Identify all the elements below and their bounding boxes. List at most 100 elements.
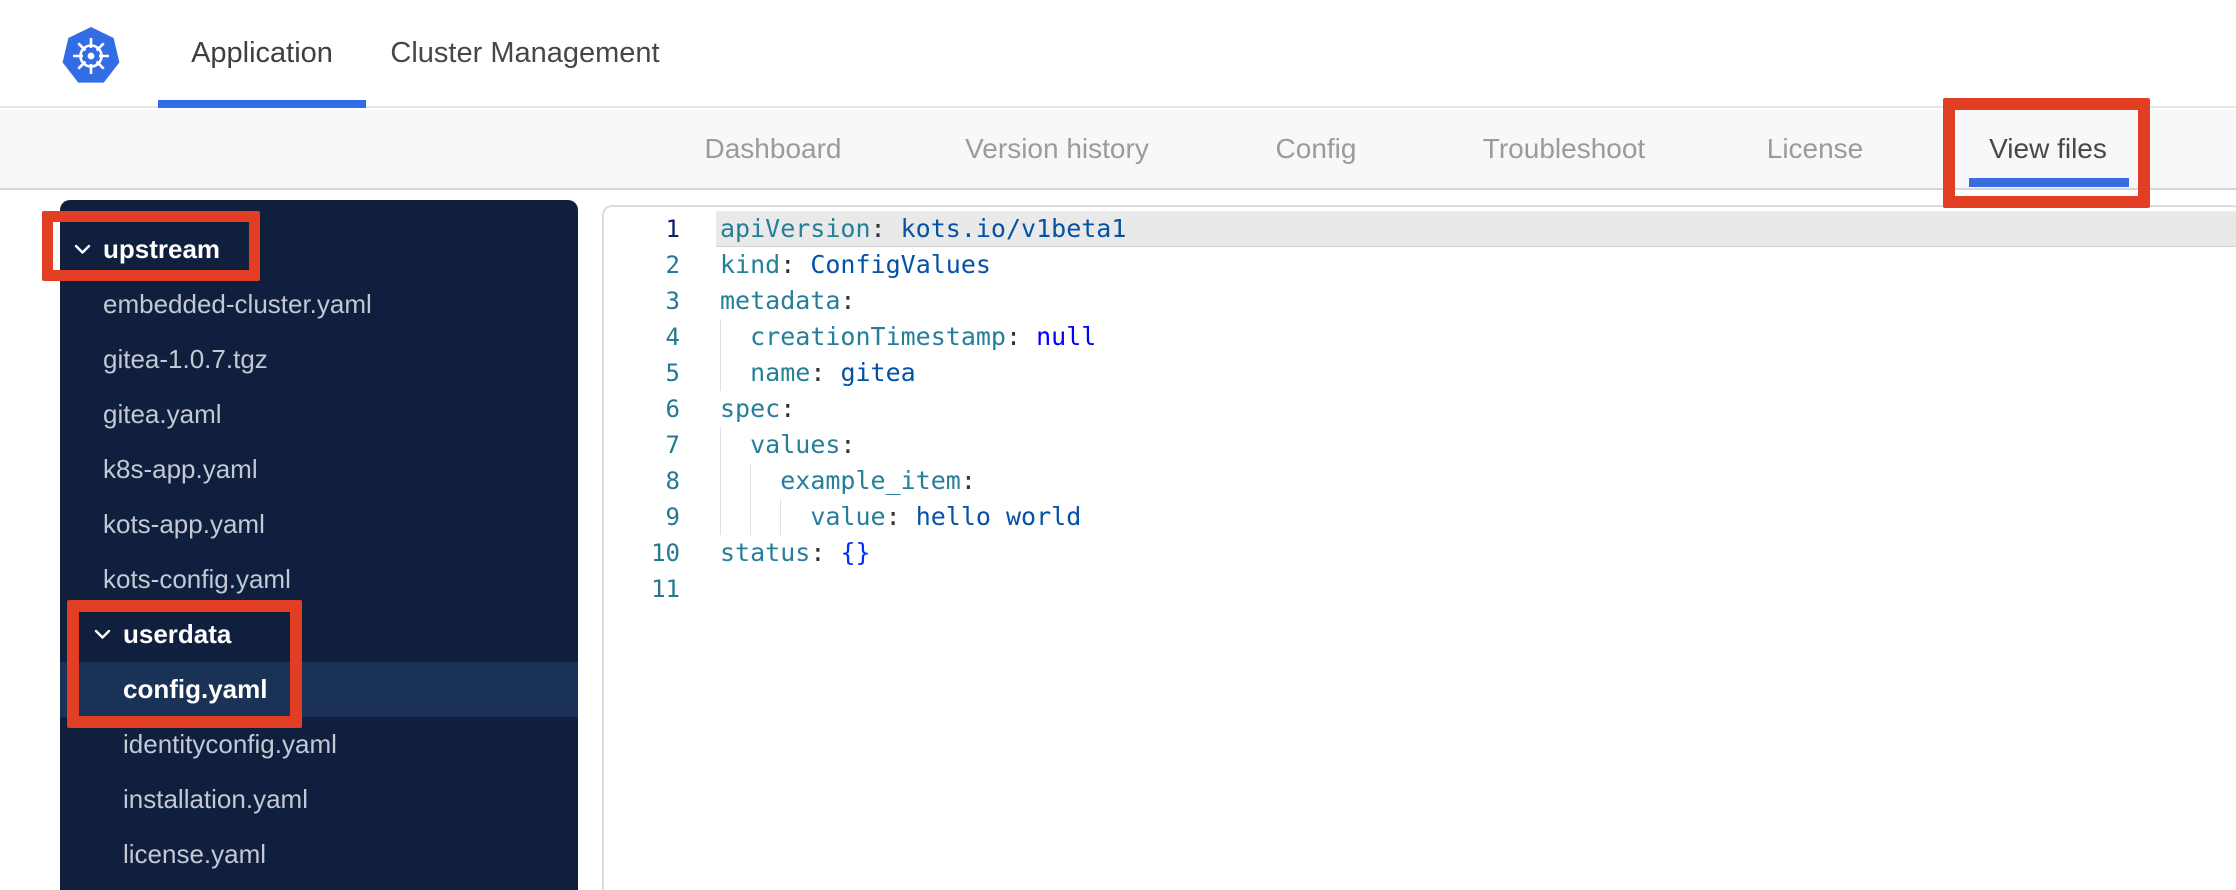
code-line: 2 kind: ConfigValues [604, 247, 2236, 283]
subnav-item-config[interactable]: Config [1276, 110, 1357, 188]
file-label: k8s-app.yaml [103, 454, 258, 484]
code-token-val: ConfigValues [795, 250, 991, 279]
line-number: 8 [665, 467, 680, 495]
line-number: 6 [665, 395, 680, 423]
code-token-punc: : [840, 286, 856, 315]
code-token-ws [720, 358, 750, 387]
code-token-key: name [750, 358, 811, 387]
code-token-ws [720, 502, 810, 531]
indent-guide [720, 499, 721, 535]
chevron-down-icon [74, 244, 91, 255]
code-token-key: creationTimestamp [750, 322, 1006, 351]
code-token-punc: : [780, 250, 796, 279]
code-token-key: values [750, 430, 841, 459]
code-token-punc: : [1005, 322, 1022, 351]
tree-file-license.yaml[interactable]: license.yaml [60, 827, 578, 882]
file-label: config.yaml [123, 674, 268, 704]
code-token-ws [825, 538, 840, 567]
tab-cluster-management[interactable]: Cluster Management [383, 0, 667, 106]
code-line: 8 example_item: [604, 463, 2236, 499]
code-line: 4 creationTimestamp: null [604, 319, 2236, 355]
code-line-content: value: hello world [716, 499, 2236, 535]
file-label: kots-config.yaml [103, 564, 291, 594]
code-line-content: values: [716, 427, 2236, 463]
code-line: 10 status: {} [604, 535, 2236, 571]
code-line-content: name: gitea [716, 355, 2236, 391]
code-area[interactable]: 1 apiVersion: kots.io/v1beta1 2 kind: Confi… [604, 211, 2236, 607]
subnav-item-troubleshoot[interactable]: Troubleshoot [1483, 110, 1645, 188]
file-label: license.yaml [123, 839, 267, 869]
tab-application[interactable]: Application [158, 0, 366, 106]
tree-folder-userdata[interactable]: userdata [60, 607, 578, 662]
code-token-punc: : [780, 394, 796, 423]
tree-file-embedded-cluster.yaml[interactable]: embedded-cluster.yaml [60, 277, 578, 332]
line-number: 4 [665, 323, 680, 351]
subnav-item-version-history[interactable]: Version history [965, 110, 1149, 188]
code-line-content: status: {} [716, 535, 2236, 571]
code-line-content [716, 571, 2236, 607]
app-subnav: Dashboard Version history Config Troublesho… [0, 110, 2236, 190]
code-line-content: example_item: [716, 463, 2236, 499]
folder-label: upstream [103, 234, 221, 264]
code-token-ws [720, 430, 750, 459]
app-header: Application Cluster Management [0, 0, 2236, 108]
code-token-key: value [810, 502, 886, 531]
tree-file-installation.yaml[interactable]: installation.yaml [60, 772, 578, 827]
tree-file-config.yaml[interactable]: config.yaml [60, 662, 578, 717]
indent-guide [750, 499, 752, 535]
code-token-key: example_item [780, 466, 961, 495]
kubernetes-logo-icon[interactable] [62, 27, 120, 83]
indent-guide [720, 427, 721, 463]
tree-file-kots-config.yaml[interactable]: kots-config.yaml [60, 552, 578, 607]
tree-file-identityconfig.yaml[interactable]: identityconfig.yaml [60, 717, 578, 772]
code-line: 11 [604, 571, 2236, 607]
tree-file-gitea.yaml[interactable]: gitea.yaml [60, 387, 578, 442]
line-number: 10 [651, 539, 680, 567]
file-label: embedded-cluster.yaml [103, 289, 372, 319]
file-label: gitea.yaml [103, 399, 222, 429]
code-line-content: creationTimestamp: null [716, 319, 2236, 355]
code-line: 7 values: [604, 427, 2236, 463]
code-token-key: status [720, 538, 811, 567]
code-line-content: metadata: [716, 283, 2236, 319]
code-token-key: metadata [720, 286, 841, 315]
subnav-item-dashboard[interactable]: Dashboard [705, 110, 842, 188]
chevron-down-icon [94, 629, 111, 640]
subnav-item-view-files[interactable]: View files [1989, 110, 2107, 188]
code-token-ws [1021, 322, 1036, 351]
active-subnav-underline [1969, 178, 2129, 187]
tree-file-k8s-app.yaml[interactable]: k8s-app.yaml [60, 442, 578, 497]
code-token-key: kind [720, 250, 781, 279]
active-tab-underline [158, 100, 366, 108]
tree-file-kots-app.yaml[interactable]: kots-app.yaml [60, 497, 578, 552]
file-editor[interactable]: 1 apiVersion: kots.io/v1beta1 2 kind: Confi… [602, 205, 2236, 890]
indent-guide [720, 355, 721, 391]
code-token-punc: : [840, 430, 856, 459]
code-token-ws [720, 322, 750, 351]
file-label: identityconfig.yaml [123, 729, 337, 759]
line-number: 9 [665, 503, 680, 531]
code-token-punc: : [870, 214, 886, 243]
subnav-item-license[interactable]: License [1767, 110, 1864, 188]
code-token-br: {} [840, 538, 871, 567]
code-token-val: gitea [825, 358, 916, 387]
file-tree-sidebar: upstream embedded-cluster.yaml gitea-1.0.7… [60, 200, 578, 890]
line-number: 11 [651, 575, 680, 603]
tree-folder-upstream[interactable]: upstream [60, 222, 578, 277]
code-token-punc: : [810, 358, 826, 387]
code-line: 5 name: gitea [604, 355, 2236, 391]
chevron-down-icon [74, 244, 91, 254]
code-token-val: hello world [900, 502, 1082, 531]
file-label: gitea-1.0.7.tgz [103, 344, 268, 374]
code-token-key: apiVersion [720, 214, 871, 243]
code-token-kw: null [1036, 322, 1097, 351]
helm-wheel-icon [73, 38, 109, 74]
code-line-content: spec: [716, 391, 2236, 427]
code-token-val: kots.io/v1beta1 [885, 214, 1127, 243]
tree-file-gitea-1.0.7.tgz[interactable]: gitea-1.0.7.tgz [60, 332, 578, 387]
code-line-content: apiVersion: kots.io/v1beta1 [716, 211, 2236, 247]
code-token-punc: : [960, 466, 976, 495]
indent-guide [750, 463, 752, 499]
code-line: 9 value: hello world [604, 499, 2236, 535]
file-label: installation.yaml [123, 784, 308, 814]
